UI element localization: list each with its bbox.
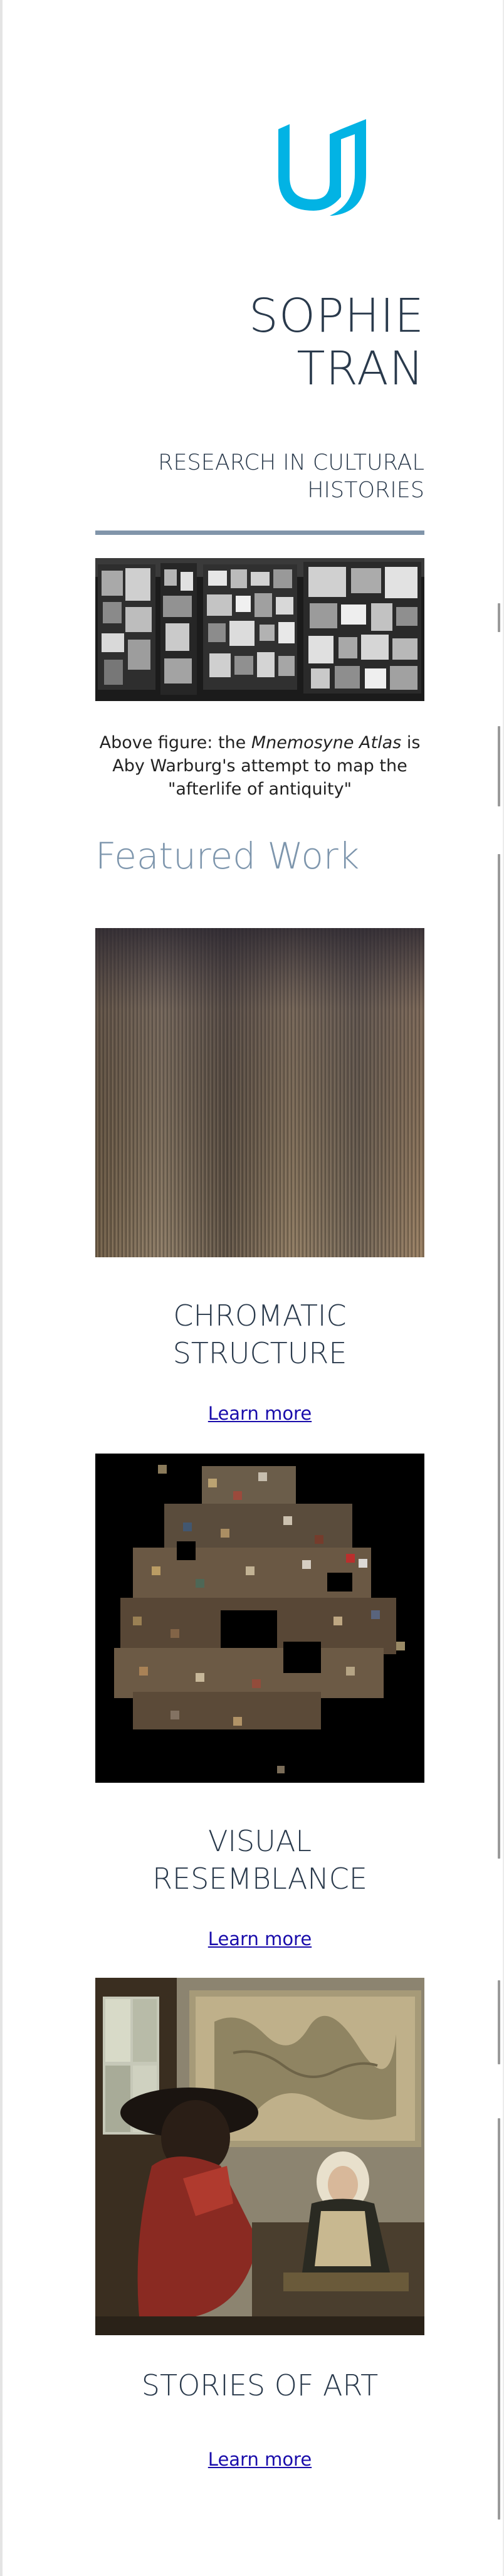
udacity-u-logo-icon[interactable] <box>270 117 375 219</box>
learn-more-link[interactable]: Learn more <box>208 1928 312 1950</box>
work-title: VISUAL RESEMBLANCE <box>95 1822 424 1898</box>
work-title-line: STRUCTURE <box>172 1336 347 1370</box>
featured-work-heading: Featured Work <box>95 835 360 877</box>
work-title-line: VISUAL <box>208 1824 312 1858</box>
scrollbar-marker <box>498 726 500 806</box>
scrollbar-track-segment[interactable] <box>498 2118 500 2520</box>
learn-more-link[interactable]: Learn more <box>208 2449 312 2470</box>
scrollbar-marker <box>498 1777 500 1859</box>
name-first: SOPHIE <box>248 289 424 343</box>
scrollbar-marker <box>498 1980 500 2064</box>
page-subtitle: RESEARCH IN CULTURAL HISTORIES <box>95 449 424 504</box>
work-title-line: RESEMBLANCE <box>152 1862 367 1896</box>
stories-of-art-image[interactable] <box>95 1978 424 2335</box>
name-last: TRAN <box>297 342 424 396</box>
work-title-line: CHROMATIC <box>173 1299 347 1333</box>
caption-title: Mnemosyne Atlas <box>251 733 402 752</box>
learn-more-container: Learn more <box>95 1928 424 1950</box>
subtitle-line: HISTORIES <box>307 478 424 503</box>
figure-caption: Above figure: the Mnemosyne Atlas is Aby… <box>95 731 424 801</box>
header-divider <box>95 531 424 535</box>
scrollbar-track-segment[interactable] <box>498 854 500 1778</box>
work-title-line: STORIES OF ART <box>141 2368 379 2402</box>
learn-more-container: Learn more <box>95 1402 424 1425</box>
learn-more-container: Learn more <box>95 2448 424 2471</box>
page-left-border <box>0 0 3 2576</box>
page-title: SOPHIE TRAN <box>249 290 424 395</box>
learn-more-link[interactable]: Learn more <box>208 1403 312 1424</box>
caption-prefix: Above figure: the <box>99 733 251 752</box>
chromatic-structure-image[interactable] <box>95 928 424 1257</box>
visual-resemblance-image[interactable] <box>95 1454 424 1783</box>
scrollbar-marker <box>498 603 500 632</box>
work-title: CHROMATIC STRUCTURE <box>95 1297 424 1372</box>
mnemosyne-atlas-image <box>95 558 424 701</box>
subtitle-line: RESEARCH IN CULTURAL <box>158 450 424 475</box>
work-title: STORIES OF ART <box>95 2367 424 2404</box>
